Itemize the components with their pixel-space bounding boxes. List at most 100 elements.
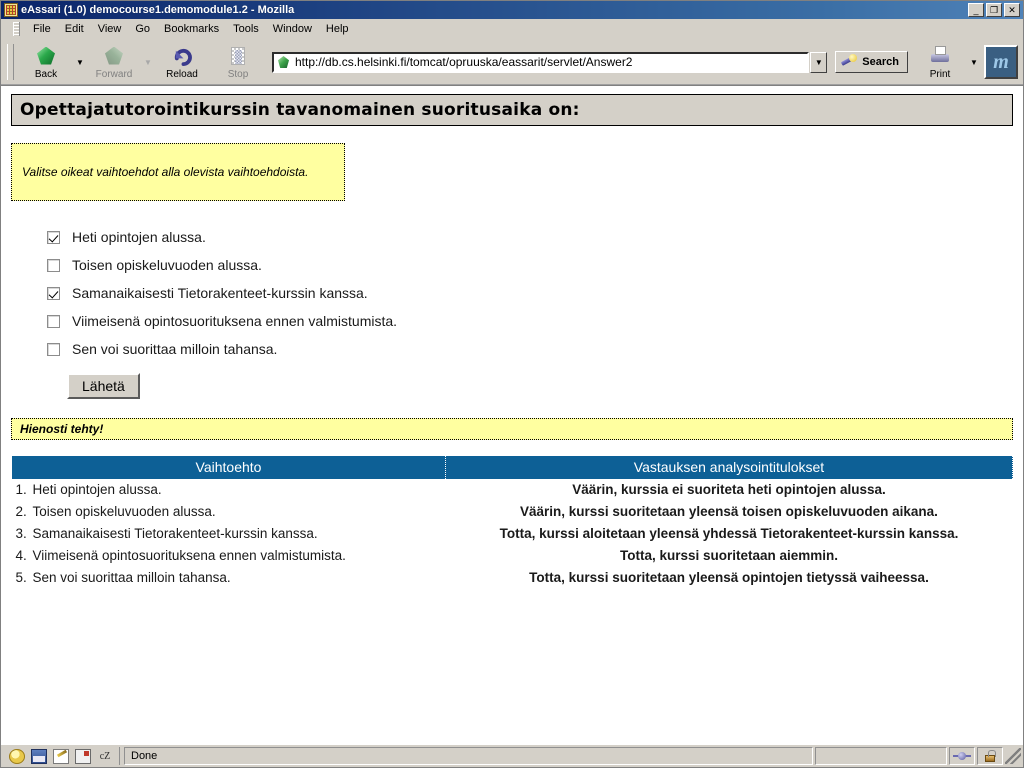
- result-option-cell-5: 5. Sen voi suorittaa milloin tahansa.: [12, 567, 446, 589]
- url-text: http://db.cs.helsinki.fi/tomcat/opruuska…: [295, 55, 633, 69]
- result-number-1: 1.: [15, 482, 27, 498]
- column-header-option: Vaihtoehto: [11, 456, 446, 479]
- menu-edit[interactable]: Edit: [58, 21, 91, 37]
- forward-icon: [102, 46, 126, 68]
- addressbook-icon[interactable]: [75, 748, 91, 764]
- menu-bookmarks[interactable]: Bookmarks: [157, 21, 226, 37]
- submit-row: Lähetä: [67, 373, 1023, 399]
- result-option-cell-3: 3. Samanaikaisesti Tietorakenteet-kurssin…: [12, 523, 446, 545]
- option-row[interactable]: Sen voi suorittaa milloin tahansa.: [47, 335, 1023, 363]
- menu-help[interactable]: Help: [319, 21, 356, 37]
- option-checkbox-5[interactable]: [47, 342, 60, 356]
- search-label: Search: [862, 56, 899, 68]
- restore-button[interactable]: ❐: [986, 3, 1002, 17]
- application-icon: [4, 3, 18, 17]
- menu-window[interactable]: Window: [266, 21, 319, 37]
- close-button[interactable]: ✕: [1004, 3, 1020, 17]
- stop-button[interactable]: Stop: [210, 41, 266, 84]
- stop-icon: [226, 46, 250, 68]
- result-number-3: 3.: [15, 526, 27, 542]
- option-label-1: Heti opintojen alussa.: [72, 229, 206, 245]
- close-icon: ✕: [1008, 5, 1016, 15]
- table-row: 4. Viimeisenä opintosuorituksena ennen va…: [12, 545, 1013, 567]
- table-row: 1. Heti opintojen alussa. Väärin, kurssia…: [12, 479, 1013, 501]
- option-row[interactable]: Heti opintojen alussa.: [47, 223, 1023, 251]
- result-analysis-cell-5: Totta, kurssi suoritetaan yleensä opinto…: [529, 569, 929, 585]
- menu-bar-grip[interactable]: [13, 22, 20, 36]
- print-button[interactable]: Print: [912, 41, 968, 84]
- result-analysis-cell-3: Totta, kurssi aloitetaan yleensä yhdessä…: [499, 525, 959, 541]
- status-bar: cZ Done: [1, 744, 1023, 767]
- results-table-header-row: Vaihtoehto Vastauksen analysointitulokse…: [11, 456, 1013, 479]
- instruction-box: Valitse oikeat vaihtoehdot alla olevista…: [11, 143, 345, 201]
- option-checkbox-1[interactable]: [47, 230, 60, 244]
- print-label: Print: [929, 68, 951, 80]
- result-option-cell-1: 1. Heti opintojen alussa.: [12, 479, 446, 501]
- result-option-text-2: Toisen opiskeluvuoden alussa.: [32, 504, 216, 520]
- back-dropdown-arrow[interactable]: ▼: [74, 42, 86, 82]
- window-title: eAssari (1.0) democourse1.demomodule1.2 …: [21, 4, 295, 16]
- security-status-button[interactable]: [977, 747, 1003, 765]
- feedback-banner: Hienosti tehty!: [11, 418, 1013, 440]
- result-analysis-cell-1: Väärin, kurssia ei suoriteta heti opinto…: [572, 482, 886, 497]
- option-label-4: Viimeisenä opintosuorituksena ennen valm…: [72, 313, 398, 329]
- option-checkbox-3[interactable]: [47, 286, 60, 300]
- minimize-button[interactable]: _: [968, 3, 984, 17]
- reload-button[interactable]: Reload: [154, 41, 210, 84]
- page-title: Opettajatutorointikurssin tavanomainen s…: [11, 94, 1013, 126]
- connection-status-button[interactable]: [949, 747, 975, 765]
- lock-icon: [984, 749, 996, 763]
- menu-bar: File Edit View Go Bookmarks Tools Window…: [1, 19, 1023, 40]
- search-icon: [840, 54, 858, 70]
- menu-go[interactable]: Go: [128, 21, 157, 37]
- search-button[interactable]: Search: [835, 51, 908, 73]
- resize-grip-icon[interactable]: [1005, 748, 1021, 764]
- toolbar-grip[interactable]: [7, 44, 14, 80]
- option-checkbox-2[interactable]: [47, 258, 60, 272]
- menu-view[interactable]: View: [91, 21, 129, 37]
- url-input[interactable]: http://db.cs.helsinki.fi/tomcat/opruuska…: [272, 51, 810, 73]
- result-option-text-4: Viimeisenä opintosuorituksena ennen valm…: [32, 548, 346, 564]
- print-dropdown-arrow[interactable]: ▼: [968, 42, 980, 82]
- page-content: Opettajatutorointikurssin tavanomainen s…: [1, 85, 1023, 744]
- results-table: Vaihtoehto Vastauksen analysointitulokse…: [11, 456, 1013, 589]
- mail-icon[interactable]: [31, 748, 47, 764]
- option-row[interactable]: Viimeisenä opintosuorituksena ennen valm…: [47, 307, 1023, 335]
- result-analysis-cell-4: Totta, kurssi suoritetaan aiemmin.: [619, 547, 839, 563]
- options-list: Heti opintojen alussa. Toisen opiskeluvu…: [47, 223, 1023, 363]
- menu-tools[interactable]: Tools: [226, 21, 266, 37]
- stop-label: Stop: [227, 68, 249, 80]
- title-bar: eAssari (1.0) democourse1.demomodule1.2 …: [1, 1, 1023, 19]
- page-favicon-icon: [276, 54, 292, 70]
- mozilla-logo-text: m: [993, 51, 1009, 73]
- print-icon: [928, 45, 952, 68]
- reload-label: Reload: [166, 68, 198, 80]
- url-bar-container: http://db.cs.helsinki.fi/tomcat/opruuska…: [266, 42, 912, 82]
- column-header-analysis: Vastauksen analysointitulokset: [445, 456, 1013, 479]
- chatzilla-icon[interactable]: cZ: [97, 749, 113, 764]
- result-number-4: 4.: [15, 548, 27, 564]
- component-bar: cZ: [3, 747, 120, 765]
- option-checkbox-4[interactable]: [47, 314, 60, 328]
- submit-button[interactable]: Lähetä: [67, 373, 140, 399]
- reload-arrow-glyph: [174, 48, 192, 66]
- composer-icon[interactable]: [53, 748, 69, 764]
- status-progress-area: [815, 747, 947, 765]
- forward-dropdown-arrow[interactable]: ▼: [142, 42, 154, 82]
- minimize-icon: _: [973, 5, 979, 15]
- result-option-cell-2: 2. Toisen opiskeluvuoden alussa.: [12, 501, 446, 523]
- option-label-2: Toisen opiskeluvuoden alussa.: [72, 257, 262, 273]
- option-row[interactable]: Samanaikaisesti Tietorakenteet-kurssin k…: [47, 279, 1023, 307]
- table-row: 5. Sen voi suorittaa milloin tahansa. Tot…: [12, 567, 1013, 589]
- option-row[interactable]: Toisen opiskeluvuoden alussa.: [47, 251, 1023, 279]
- mozilla-logo-icon[interactable]: m: [984, 45, 1018, 79]
- restore-icon: ❐: [989, 5, 999, 15]
- back-button[interactable]: Back: [18, 41, 74, 84]
- menu-file[interactable]: File: [26, 21, 58, 37]
- option-label-5: Sen voi suorittaa milloin tahansa.: [72, 341, 278, 357]
- navigator-icon[interactable]: [9, 748, 25, 764]
- connection-icon: [953, 752, 971, 760]
- url-dropdown-button[interactable]: ▼: [810, 51, 828, 73]
- result-number-2: 2.: [15, 504, 27, 520]
- forward-button[interactable]: Forward: [86, 41, 142, 84]
